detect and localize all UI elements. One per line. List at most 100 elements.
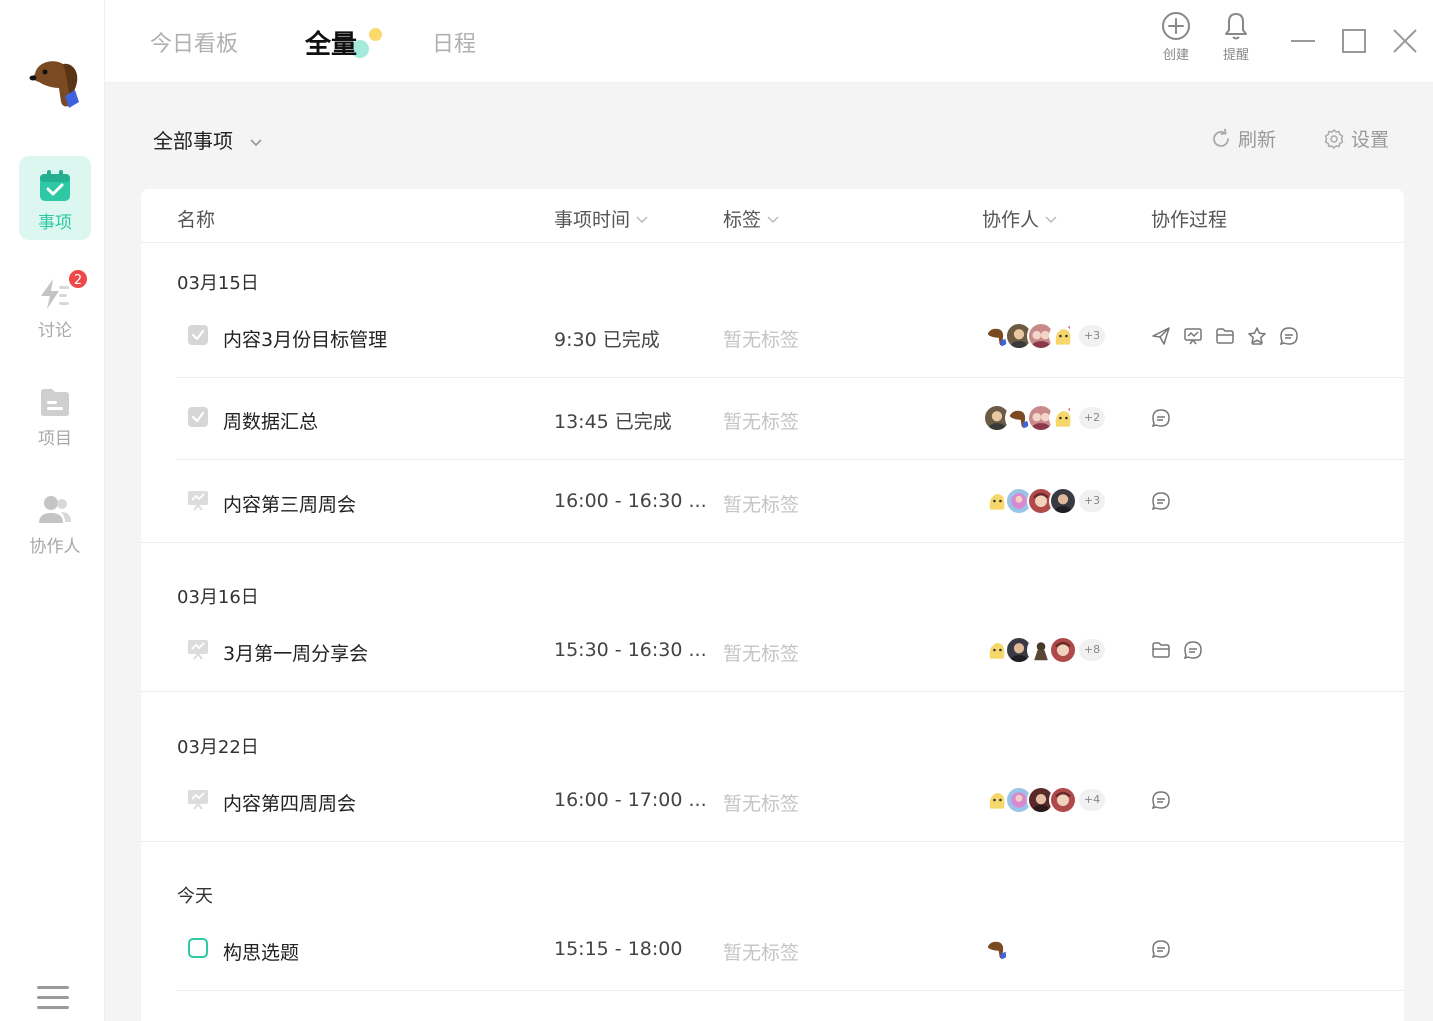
group-date: 03月22日 (177, 737, 259, 758)
meeting-icon[interactable] (187, 638, 209, 660)
tab-today-board[interactable]: 今日看板 (150, 26, 238, 58)
folder-icon[interactable] (1215, 326, 1235, 346)
task-name[interactable]: 内容第四周周会 (223, 789, 356, 816)
maximize-icon[interactable] (1341, 28, 1367, 54)
task-name[interactable]: 3月第一周分享会 (223, 639, 368, 666)
filter-label: 全部事项 (153, 129, 233, 153)
task-tag[interactable]: 暂无标签 (723, 789, 799, 816)
task-time: 13:45 已完成 (554, 411, 672, 433)
settings-button[interactable]: 设置 (1323, 125, 1389, 152)
avatar (1049, 487, 1077, 515)
comment-icon[interactable] (1151, 408, 1171, 428)
create-label: 创建 (1162, 48, 1189, 63)
menu-icon[interactable] (37, 984, 69, 1012)
minimize-icon[interactable] (1290, 28, 1316, 54)
sidebar: 事项 2 讨论 项目 协作人 (0, 0, 105, 1021)
people-icon (39, 496, 71, 523)
avatar (983, 935, 1011, 963)
unchecked-checkbox-icon[interactable] (187, 937, 209, 959)
task-tag[interactable]: 暂无标签 (723, 938, 799, 965)
task-tag[interactable]: 暂无标签 (723, 325, 799, 352)
table-row[interactable]: 内容第三周周会 16:00 - 16:30 ... 暂无标签 +3 (177, 461, 1404, 543)
group-date: 03月16日 (177, 587, 259, 608)
nav-item-projects[interactable]: 项目 (19, 372, 91, 456)
remind-button[interactable]: 提醒 (1214, 10, 1258, 63)
column-name: 名称 (177, 209, 216, 231)
refresh-icon (1213, 128, 1229, 147)
checked-checkbox-icon[interactable] (187, 406, 209, 428)
task-name[interactable]: 构思选题 (223, 938, 299, 965)
nav-item-collaborators[interactable]: 协作人 (19, 480, 91, 564)
tab-all[interactable]: 全量 (305, 24, 357, 61)
top-bar: 今日看板 全量 日程 创建 提醒 (105, 0, 1433, 83)
avatar (1049, 786, 1077, 814)
column-tags[interactable]: 标签 (723, 205, 779, 232)
table-row[interactable]: 周数据汇总 13:45 已完成 暂无标签 +2 (177, 378, 1404, 460)
star-icon[interactable] (1247, 326, 1267, 346)
task-tag[interactable]: 暂无标签 (723, 490, 799, 517)
task-time: 15:30 - 16:30 ... (554, 639, 707, 661)
more-collaborators-count[interactable]: +2 (1079, 407, 1105, 429)
table-row[interactable]: 3月第一周分享会 15:30 - 16:30 ... 暂无标签 +8 (177, 610, 1404, 692)
dog-logo-icon[interactable] (27, 52, 83, 112)
group-date: 今天 (177, 886, 213, 907)
task-name[interactable]: 内容第三周周会 (223, 490, 356, 517)
more-collaborators-count[interactable]: +3 (1079, 490, 1105, 512)
discussion-badge: 2 (67, 268, 89, 290)
avatar (1049, 322, 1077, 350)
task-name[interactable]: 内容3月份目标管理 (223, 325, 387, 352)
table-row[interactable]: 内容第四周周会 16:00 - 17:00 ... 暂无标签 +4 (177, 760, 1404, 842)
comment-icon[interactable] (1151, 939, 1171, 959)
column-time[interactable]: 事项时间 (554, 205, 648, 232)
nav-item-tasks[interactable]: 事项 (19, 156, 91, 240)
nav-item-discussion[interactable]: 2 讨论 (19, 264, 91, 348)
refresh-button[interactable]: 刷新 (1210, 125, 1276, 152)
task-tag[interactable]: 暂无标签 (723, 639, 799, 666)
task-time: 9:30 已完成 (554, 329, 660, 351)
table-row[interactable]: 内容3月份目标管理 9:30 已完成 暂无标签 +3 (177, 296, 1404, 378)
more-collaborators-count[interactable]: +3 (1079, 325, 1105, 347)
column-time-label: 事项时间 (554, 209, 631, 231)
gear-icon (1324, 129, 1344, 149)
comment-icon[interactable] (1183, 640, 1203, 660)
group-divider (141, 691, 1404, 692)
group-divider (141, 841, 1404, 842)
comment-icon[interactable] (1151, 790, 1171, 810)
group-date: 03月15日 (177, 273, 259, 294)
more-collaborators-count[interactable]: +8 (1079, 639, 1105, 661)
folder-icon[interactable] (1151, 640, 1171, 660)
column-process: 协作过程 (1151, 209, 1228, 231)
task-tag[interactable]: 暂无标签 (723, 407, 799, 434)
settings-label: 设置 (1351, 129, 1390, 151)
checked-checkbox-icon[interactable] (187, 324, 209, 346)
folder-icon (41, 389, 69, 416)
tab-schedule[interactable]: 日程 (432, 26, 476, 58)
more-collaborators-count[interactable]: +4 (1079, 789, 1105, 811)
chevron-down-icon (1045, 216, 1057, 224)
nav-label-projects: 项目 (38, 429, 72, 449)
filter-dropdown[interactable]: 全部事项 (153, 125, 263, 154)
table-row[interactable]: 构思选题 15:15 - 18:00 暂无标签 (177, 909, 1404, 991)
group-divider (141, 542, 1404, 543)
task-table: 名称 事项时间 标签 协作人 协作过程 03月15日 内容3月份目标管理 9:3… (141, 189, 1404, 1021)
refresh-label: 刷新 (1238, 129, 1277, 151)
bell-icon (1225, 13, 1247, 40)
column-collaborators[interactable]: 协作人 (982, 205, 1057, 232)
presentation-icon[interactable] (1183, 326, 1203, 346)
create-button[interactable]: 创建 (1154, 10, 1198, 63)
close-icon[interactable] (1392, 28, 1418, 54)
nav-label-collaborators: 协作人 (29, 537, 81, 557)
meeting-icon[interactable] (187, 788, 209, 810)
comment-icon[interactable] (1151, 491, 1171, 511)
remind-label: 提醒 (1222, 48, 1249, 63)
task-name[interactable]: 周数据汇总 (223, 407, 318, 434)
column-tags-label: 标签 (723, 209, 762, 231)
task-time: 15:15 - 18:00 (554, 938, 683, 960)
nav-label-discussion: 讨论 (38, 321, 72, 341)
nav-label-tasks: 事项 (38, 213, 72, 233)
meeting-icon[interactable] (187, 489, 209, 511)
avatar (1049, 404, 1077, 432)
send-icon[interactable] (1151, 326, 1171, 346)
chevron-down-icon (636, 216, 648, 224)
comment-icon[interactable] (1279, 326, 1299, 346)
